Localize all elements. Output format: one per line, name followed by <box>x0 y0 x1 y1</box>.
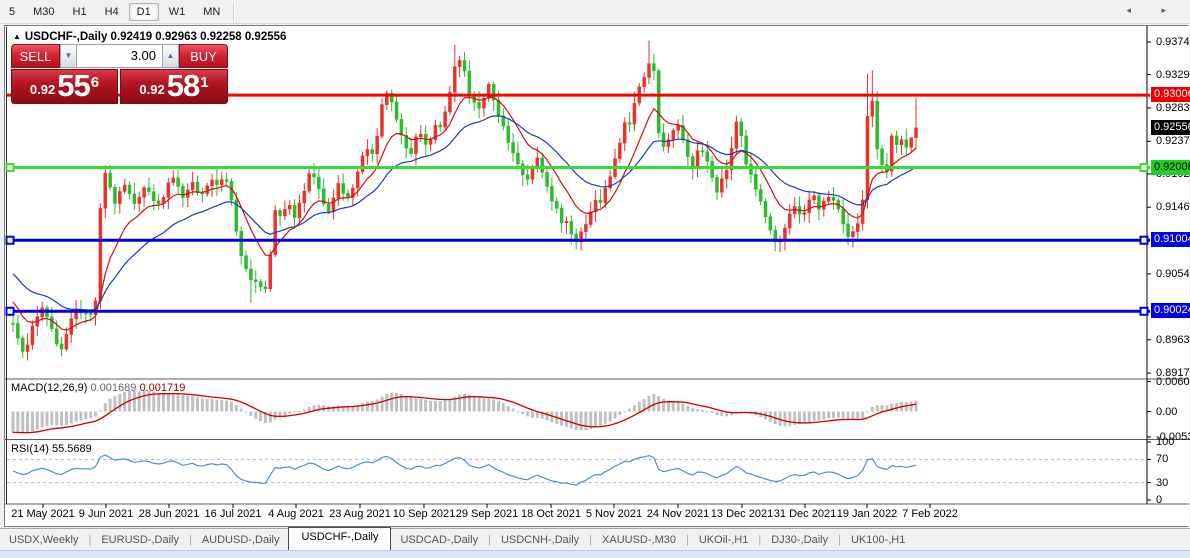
date-label: 21 May 2021 <box>11 508 75 520</box>
date-label: 5 Nov 2021 <box>585 508 643 520</box>
date-label: 29 Sep 2021 <box>455 508 519 520</box>
date-label: 24 Nov 2021 <box>646 508 710 520</box>
date-label: 19 Jan 2022 <box>836 508 898 520</box>
tab-scroll-arrows[interactable]: ◂ ▸ <box>1126 5 1180 16</box>
price-badge: 0.90024 <box>1151 303 1190 319</box>
tab-separator: | <box>589 534 593 546</box>
timeframe-button-m30[interactable]: M30 <box>25 3 62 21</box>
timeframe-button-5[interactable]: 5 <box>1 3 23 21</box>
timeframe-button-mn[interactable]: MN <box>195 3 228 21</box>
tab-separator: | <box>686 534 689 546</box>
timeframe-button-d1[interactable]: D1 <box>128 2 159 21</box>
timeframe-toolbar: 5 M30 H1 H4 D1 W1 MN <box>0 0 1190 24</box>
axis-label: 0.92830 <box>1156 101 1190 114</box>
buy-button[interactable]: BUY <box>179 44 228 68</box>
date-label: 10 Sep 2021 <box>392 508 456 520</box>
buy-price[interactable]: 0.92 58 1 <box>120 69 228 104</box>
chart-tab-uk100-h1[interactable]: UK100-,H1 <box>842 531 914 549</box>
timeframe-button-h1[interactable]: H1 <box>65 3 95 21</box>
chart-tab-eurusd-daily[interactable]: EURUSD-,Daily <box>92 531 188 549</box>
chart-tab-ukoil-h1[interactable]: UKOil-,H1 <box>690 531 758 549</box>
date-label: 18 Oct 2021 <box>521 508 581 520</box>
hline-handle[interactable] <box>1139 235 1149 245</box>
collapse-icon: ▲ <box>13 32 21 41</box>
hline-handle[interactable] <box>5 235 15 245</box>
axis-label: 70 <box>1156 453 1169 466</box>
axis-label: 0.90540 <box>1156 267 1190 280</box>
macd-indicator-label: MACD(12,26,9) 0.001689 0.001719 <box>11 382 186 394</box>
axis-label: 0.91460 <box>1156 201 1190 214</box>
volume-increase-button[interactable]: ▲ <box>162 44 179 68</box>
axis-label: 0.89630 <box>1156 333 1190 346</box>
hline-handle[interactable] <box>1139 306 1149 316</box>
date-label: 31 Dec 2021 <box>773 508 837 520</box>
tab-separator: | <box>188 534 192 546</box>
volume-decrease-button[interactable]: ▼ <box>60 44 77 68</box>
price-badge: 0.92556 <box>1151 119 1190 135</box>
chart-tab-bar: USDX,Weekly | EURUSD-,Daily | AUDUSD-,Daily U… <box>0 527 1190 551</box>
axis-label: 0.93740 <box>1156 35 1190 48</box>
price-badge: 0.92008 <box>1151 159 1190 175</box>
date-label: 16 Jul 2021 <box>204 508 262 520</box>
tab-separator: | <box>838 534 841 546</box>
chart-window[interactable]: ▲ USDCHF-,Daily 0.92419 0.92963 0.92258 0… <box>4 25 1190 527</box>
axis-label: 0 <box>1156 494 1163 506</box>
price-badge: 0.91004 <box>1151 232 1190 248</box>
date-label: 28 Jun 2021 <box>138 508 200 520</box>
date-label: 7 Feb 2022 <box>902 508 958 520</box>
hline-handle[interactable] <box>1139 163 1149 172</box>
toolbar-separator <box>233 2 236 21</box>
timeframe-button-w1[interactable]: W1 <box>161 3 194 21</box>
volume-input[interactable]: 3.00 <box>77 44 162 68</box>
hline-handle[interactable] <box>5 306 15 316</box>
date-label: 4 Aug 2021 <box>268 508 324 520</box>
sell-price[interactable]: 0.92 55 6 <box>11 69 118 104</box>
chart-title: ▲ USDCHF-,Daily 0.92419 0.92963 0.92258 0… <box>13 31 287 43</box>
axis-label: 0.006045 <box>1156 375 1190 388</box>
tab-separator: | <box>758 534 762 546</box>
chart-tab-usdchf-daily[interactable]: USDCHF-,Daily <box>288 527 392 551</box>
date-label: 13 Dec 2021 <box>710 508 774 520</box>
axis-label: 0.92370 <box>1156 135 1190 148</box>
axis-label: 0.00 <box>1156 405 1178 418</box>
chart-tab-usdcad-daily[interactable]: USDCAD-,Daily <box>391 531 487 549</box>
rsi-indicator-label: RSI(14) 55.5689 <box>11 443 92 455</box>
sell-button[interactable]: SELL <box>11 44 60 68</box>
chart-tab-dj30-daily[interactable]: DJ30-,Daily <box>762 531 837 549</box>
chart-tab-audusd-daily[interactable]: AUDUSD-,Daily <box>193 531 289 549</box>
axis-label: 30 <box>1156 476 1169 489</box>
price-badge: 0.93006 <box>1151 87 1190 103</box>
tab-separator: | <box>488 534 491 546</box>
axis-label: 0.93290 <box>1156 68 1190 81</box>
date-label: 9 Jun 2021 <box>78 508 134 520</box>
hline-handle[interactable] <box>5 163 15 172</box>
timeframe-button-h4[interactable]: H4 <box>97 3 127 21</box>
date-label: 23 Aug 2021 <box>329 508 391 520</box>
axis-label: 100 <box>1156 436 1175 448</box>
chart-tab-xauusd-m30[interactable]: XAUUSD-,M30 <box>593 531 685 549</box>
one-click-trading-panel: SELL ▼ 3.00 ▲ BUY 0.92 55 6 0.92 58 1 <box>11 44 228 104</box>
chart-tab-usdx-weekly[interactable]: USDX,Weekly <box>0 531 87 549</box>
tab-separator: | <box>88 534 92 546</box>
chart-tab-usdcnh-daily[interactable]: USDCNH-,Daily <box>492 531 588 549</box>
